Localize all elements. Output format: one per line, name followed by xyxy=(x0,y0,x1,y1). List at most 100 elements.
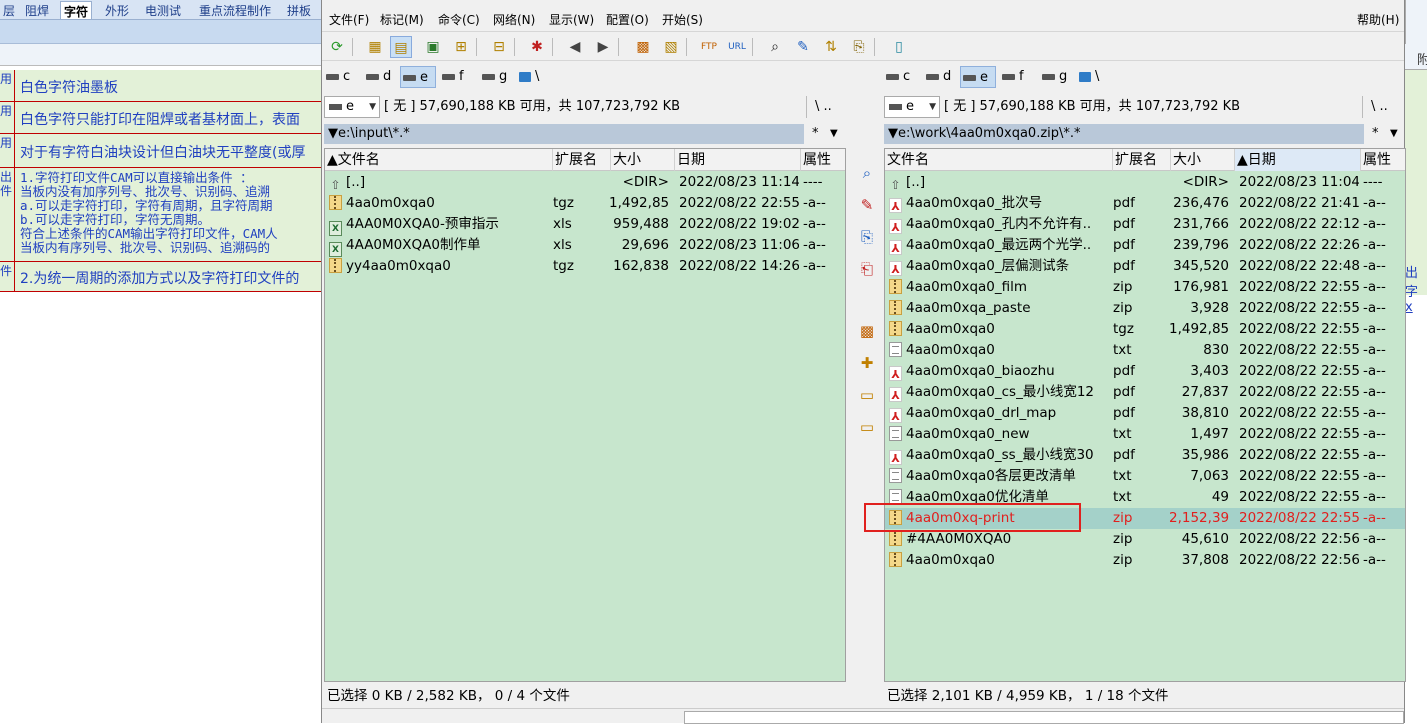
folder-tree-icon[interactable]: ⊟ xyxy=(488,36,510,58)
move-file-icon[interactable]: ⎗ xyxy=(856,258,878,280)
history-down-icon[interactable]: ▼ xyxy=(888,126,898,141)
drive-e-button[interactable]: e xyxy=(960,66,996,88)
right-root-buttons[interactable]: \ .. xyxy=(1362,96,1402,118)
file-row[interactable]: X 4AA0M0XQA0制作单 xls 29,696 2022/08/23 11:06-… xyxy=(325,235,845,257)
file-row[interactable]: ⅄ 4aa0m0xqa0_cs_最小线宽12 pdf 27,837 2022/08/22… xyxy=(885,382,1405,403)
background-tab: 重点流程制作 xyxy=(199,4,272,18)
drive-f-button[interactable]: f xyxy=(440,66,476,88)
file-date: 2022/08/22 22:55 xyxy=(1239,321,1359,337)
forward-arrow-icon[interactable]: ▶ xyxy=(592,36,614,58)
network-drive-button[interactable]: \ xyxy=(1077,66,1113,88)
middle-button-bar: ⌕ ✎ ⎘ ⎗ ▩ ✚ ▭ ▭ xyxy=(848,148,884,682)
drive-d-button[interactable]: d xyxy=(924,66,960,88)
command-line-input[interactable] xyxy=(684,711,1404,724)
brief-view-icon[interactable]: ▦ xyxy=(364,36,386,58)
column-ext-header[interactable]: 扩展名 xyxy=(1113,149,1171,171)
notepad-icon[interactable]: ▯ xyxy=(888,36,910,58)
file-row[interactable]: 4aa0m0xqa0_new txt 1,497 2022/08/22 22:55 -a… xyxy=(885,424,1405,445)
drive-e-button[interactable]: e xyxy=(400,66,436,88)
file-date: 2022/08/22 19:02 xyxy=(679,216,799,232)
file-row[interactable]: ⇧ [..] <DIR> 2022/08/23 11:04 ---- xyxy=(885,172,1405,193)
file-row[interactable]: 4aa0m0xqa_paste zip 3,928 2022/08/22 22:55-… xyxy=(885,298,1405,319)
file-row[interactable]: ⅄ 4aa0m0xqa0_biaozhu pdf 3,403 2022/08/22 22… xyxy=(885,361,1405,382)
url-connect-icon[interactable]: URL xyxy=(726,36,748,58)
file-row[interactable]: ⅄ 4aa0m0xqa0_ss_最小线宽30 pdf 35,986 2022/08/22… xyxy=(885,445,1405,466)
file-row[interactable]: ⅄ 4aa0m0xqa0_孔内不允许有.. pdf 231,766 2022/08/22… xyxy=(885,214,1405,235)
thumbnail-view-icon[interactable]: ▣ xyxy=(422,36,444,58)
multi-rename-icon[interactable]: ✎ xyxy=(792,36,814,58)
file-row[interactable]: 4aa0m0xqa0_film zip 176,981 2022/08/22 22:5… xyxy=(885,277,1405,298)
refresh-icon[interactable]: ⟳ xyxy=(326,36,348,58)
right-drive-combo[interactable]: e ▼ xyxy=(884,96,940,118)
column-attr-header[interactable]: 属性 xyxy=(1361,149,1405,171)
menu-help[interactable]: 帮助(H) xyxy=(1357,11,1399,28)
search-binoculars-icon[interactable]: ⌕ xyxy=(764,36,786,58)
column-date-header[interactable]: 日期 xyxy=(675,149,801,171)
menu-net[interactable]: 网络(N) xyxy=(493,11,535,28)
left-path-display[interactable]: ▼e:\input\*.* xyxy=(324,124,804,144)
ftp-connect-icon[interactable]: FTP xyxy=(698,36,720,58)
file-row[interactable]: #4AA0M0XQA0 zip 45,610 2022/08/22 22:56 -a-- xyxy=(885,529,1405,550)
filter-dropdown-icon[interactable]: ▼ xyxy=(1390,124,1398,144)
menu-configuration[interactable]: 配置(O) xyxy=(606,11,649,28)
invert-selection-icon[interactable]: ✱ xyxy=(526,36,548,58)
column-name-header[interactable]: ▲文件名 xyxy=(325,149,553,171)
left-drive-combo[interactable]: e ▼ xyxy=(324,96,380,118)
tree-view-icon[interactable]: ⊞ xyxy=(450,36,472,58)
file-row[interactable]: 4aa0m0xqa0 txt 830 2022/08/22 22:55 -a-- xyxy=(885,340,1405,361)
left-filter[interactable]: * xyxy=(812,124,819,144)
drive-c-button[interactable]: c xyxy=(884,66,920,88)
copy-names-icon[interactable]: ⎘ xyxy=(848,36,870,58)
back-arrow-icon[interactable]: ◀ xyxy=(564,36,586,58)
left-root-buttons[interactable]: \ .. xyxy=(806,96,846,118)
column-size-header[interactable]: 大小 xyxy=(611,149,675,171)
menu-commands[interactable]: 命令(C) xyxy=(438,11,480,28)
network-drive-button[interactable]: \ xyxy=(517,66,553,88)
file-row[interactable]: 4aa0m0xqa0 tgz 1,492,852 2022/08/22 22:55-a… xyxy=(325,193,845,214)
unpack-files-icon[interactable]: ▧ xyxy=(660,36,682,58)
sync-dirs-icon[interactable]: ⇅ xyxy=(820,36,842,58)
full-view-icon[interactable]: ▤ xyxy=(390,36,412,58)
file-row[interactable]: 4aa0m0xqa0各层更改清单 txt 7,063 2022/08/22 22:55… xyxy=(885,466,1405,487)
drive-g-button[interactable]: g xyxy=(480,66,516,88)
file-row[interactable]: 4aa0m0xqa0 zip 37,808 2022/08/22 22:56 -a-- xyxy=(885,550,1405,571)
history-down-icon[interactable]: ▼ xyxy=(328,126,338,141)
drive-f-button[interactable]: f xyxy=(1000,66,1036,88)
file-ext: pdf xyxy=(1113,258,1135,274)
drive-d-button[interactable]: d xyxy=(364,66,400,88)
column-size-header[interactable]: 大小 xyxy=(1171,149,1235,171)
drive-c-button[interactable]: c xyxy=(324,66,360,88)
file-row[interactable]: X 4AA0M0XQA0-预审指示 xls 959,488 2022/08/22 19:… xyxy=(325,214,845,236)
pack-files-icon[interactable]: ▩ xyxy=(632,36,654,58)
file-row[interactable]: ⅄ 4aa0m0xqa0_批次号 pdf 236,476 2022/08/22 21:4… xyxy=(885,193,1405,214)
left-file-panel[interactable]: ▲文件名 扩展名 大小 日期 属性 ⇧ [..] <DIR> 2022/08/23 1… xyxy=(324,148,846,682)
file-row[interactable]: 4aa0m0xqa0 tgz 1,492,852 2022/08/22 22:55-a… xyxy=(885,319,1405,340)
column-name-header[interactable]: 文件名 xyxy=(885,149,1113,171)
file-row[interactable]: yy4aa0m0xqa0 tgz 162,838 2022/08/22 14:26 -a… xyxy=(325,256,845,277)
left-path-bar: ▼e:\input\*.* * ▼ xyxy=(324,124,846,144)
file-row[interactable]: ⅄ 4aa0m0xqa0_最远两个光学.. pdf 239,796 2022/08/22… xyxy=(885,235,1405,256)
right-path-display[interactable]: ▼e:\work\4aa0m0xqa0.zip\*.* xyxy=(884,124,1364,144)
filter-dropdown-icon[interactable]: ▼ xyxy=(830,124,838,144)
column-attr-header[interactable]: 属性 xyxy=(801,149,845,171)
view-file-icon[interactable]: ⌕ xyxy=(856,162,878,184)
menu-show[interactable]: 显示(W) xyxy=(549,11,594,28)
drive-g-button[interactable]: g xyxy=(1040,66,1076,88)
new-folder-icon[interactable]: ✚ xyxy=(856,352,878,374)
folder-open-icon[interactable]: ▭ xyxy=(856,416,878,438)
column-ext-header[interactable]: 扩展名 xyxy=(553,149,611,171)
file-row[interactable]: ⅄ 4aa0m0xqa0_层偏测试条 pdf 345,520 2022/08/22 22… xyxy=(885,256,1405,277)
file-row[interactable]: ⇧ [..] <DIR> 2022/08/23 11:14 ---- xyxy=(325,172,845,193)
column-date-header[interactable]: ▲日期 xyxy=(1235,149,1361,171)
left-column-headers: ▲文件名 扩展名 大小 日期 属性 xyxy=(325,149,845,171)
menu-start[interactable]: 开始(S) xyxy=(662,11,703,28)
copy-file-icon[interactable]: ⎘ xyxy=(856,226,878,248)
pack-icon[interactable]: ▩ xyxy=(856,320,878,342)
menu-mark[interactable]: 标记(M) xyxy=(380,11,424,28)
right-file-panel[interactable]: 文件名 扩展名 大小 ▲日期 属性 ⇧ [..] <DIR> 2022/08/23 1… xyxy=(884,148,1406,682)
menu-file[interactable]: 文件(F) xyxy=(329,11,369,28)
folder-icon[interactable]: ▭ xyxy=(856,384,878,406)
edit-file-icon[interactable]: ✎ xyxy=(856,194,878,216)
file-row[interactable]: ⅄ 4aa0m0xqa0_drl_map pdf 38,810 2022/08/22 2… xyxy=(885,403,1405,424)
right-filter[interactable]: * xyxy=(1372,124,1379,144)
